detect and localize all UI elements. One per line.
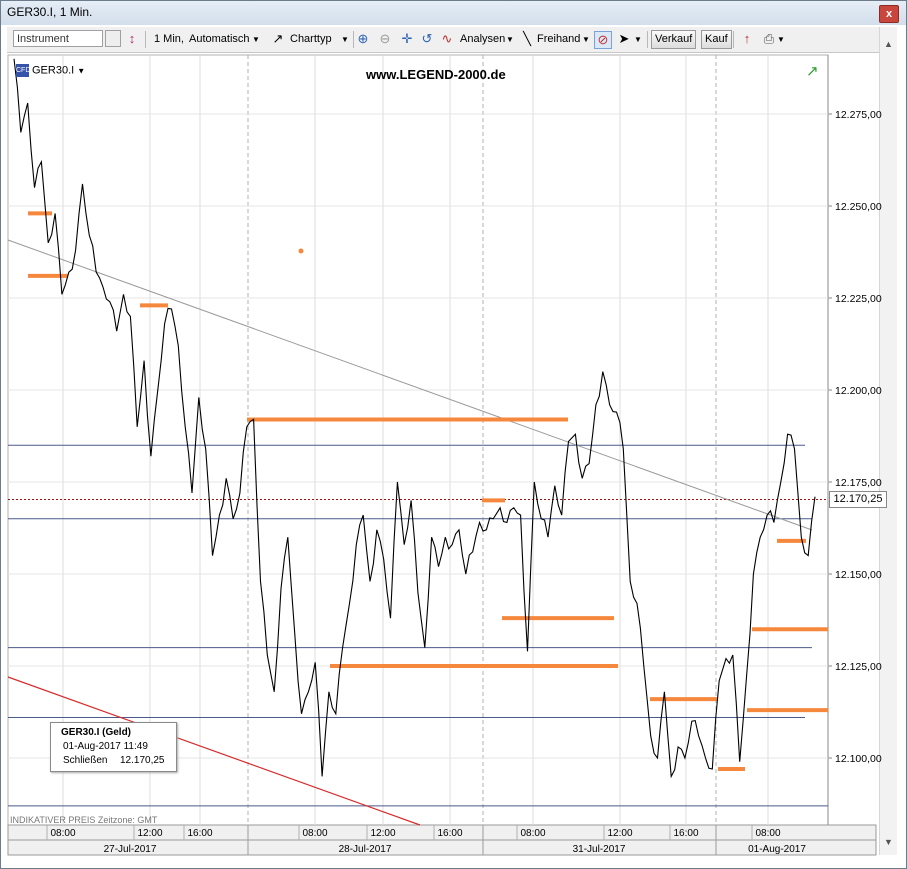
x-tick-label: 12:00: [137, 828, 162, 839]
y-tick-label: 12.225,00: [835, 293, 882, 305]
current-price-badge: 12.170,25: [829, 491, 887, 508]
y-tick-label: 12.275,00: [835, 109, 882, 121]
x-tick-label: 16:00: [673, 828, 698, 839]
x-tick-label: 08:00: [302, 828, 327, 839]
y-tick-label: 12.175,00: [835, 477, 882, 489]
y-tick-label: 12.200,00: [835, 385, 882, 397]
x-date-label: 27-Jul-2017: [104, 844, 157, 855]
legend-close-value: 12.170,25: [120, 755, 165, 766]
x-date-label: 01-Aug-2017: [748, 844, 806, 855]
chart-symbol[interactable]: CFD GER30.I ▼: [16, 64, 85, 77]
y-tick-label: 12.125,00: [835, 661, 882, 673]
sync-icon[interactable]: ↗: [806, 62, 819, 80]
legend-box: GER30.I (Geld) 01-Aug-2017 11:49 Schließ…: [50, 722, 177, 772]
footer-note: INDIKATIVER PREIS Zeitzone: GMT: [10, 815, 158, 825]
x-tick-label: 08:00: [50, 828, 75, 839]
chevron-down-icon[interactable]: ▼: [77, 66, 85, 75]
x-tick-label: 12:00: [370, 828, 395, 839]
symbol-name: GER30.I: [32, 64, 75, 77]
level-marker: [298, 248, 304, 254]
logo-text: www.LEGEND-2000.de: [366, 67, 506, 82]
legend-title: GER30.I (Geld): [61, 727, 132, 738]
y-tick-label: 12.100,00: [835, 753, 882, 765]
x-date-label: 31-Jul-2017: [573, 844, 626, 855]
x-tick-label: 08:00: [520, 828, 545, 839]
x-tick-label: 12:00: [607, 828, 632, 839]
plot-area: [7, 54, 829, 826]
legend-date: 01-Aug-2017 11:49: [63, 741, 148, 752]
x-tick-label: 16:00: [437, 828, 462, 839]
x-tick-label: 16:00: [187, 828, 212, 839]
y-tick-label: 12.150,00: [835, 569, 882, 581]
x-tick-label: 08:00: [755, 828, 780, 839]
y-tick-label: 12.250,00: [835, 201, 882, 213]
x-date-label: 28-Jul-2017: [339, 844, 392, 855]
y-axis-labels: 12.275,00 12.250,00 12.225,00 12.200,00 12.1…: [828, 109, 882, 765]
legend-close-label: Schließen: [63, 755, 108, 766]
cfd-icon: CFD: [16, 64, 30, 77]
